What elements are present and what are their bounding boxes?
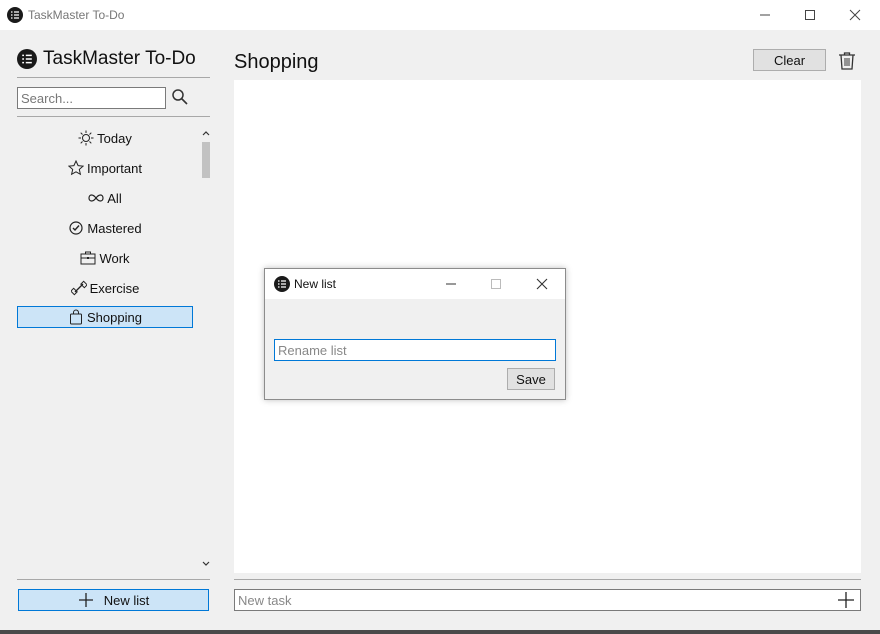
divider — [17, 116, 210, 117]
divider — [17, 77, 210, 78]
sidebar-item-shopping[interactable]: Shopping — [17, 306, 193, 328]
minimize-button[interactable] — [742, 0, 788, 30]
dialog-title: New list — [294, 277, 337, 291]
rename-list-input[interactable] — [274, 339, 556, 361]
divider — [17, 579, 210, 580]
app-name: TaskMaster To-Do — [43, 48, 196, 69]
infinity-icon — [88, 194, 104, 202]
scroll-down-icon[interactable] — [202, 561, 210, 567]
app-logo-icon — [17, 49, 37, 69]
new-task-input[interactable]: New task — [234, 589, 861, 611]
sun-icon — [78, 130, 94, 146]
sidebar-item-today[interactable]: Today — [17, 127, 193, 149]
dialog-close-button[interactable] — [519, 269, 565, 299]
search-input[interactable] — [17, 87, 166, 109]
sidebar-item-mastered[interactable]: Mastered — [17, 217, 193, 239]
clear-button[interactable]: Clear — [753, 49, 826, 71]
close-icon — [536, 278, 548, 290]
search-button[interactable] — [171, 88, 189, 106]
minimize-icon — [760, 14, 770, 16]
sidebar-item-work[interactable]: Work — [17, 247, 193, 269]
sidebar-item-label: Exercise — [89, 280, 140, 296]
maximize-icon — [491, 279, 501, 289]
add-task-button[interactable] — [837, 591, 855, 609]
new-list-dialog: New list Save — [264, 268, 566, 400]
plus-icon — [838, 592, 854, 608]
shopping-bag-icon — [70, 309, 83, 325]
divider — [234, 579, 861, 580]
new-list-label: New list — [103, 592, 150, 608]
dialog-titlebar: New list — [265, 269, 565, 299]
close-button[interactable] — [832, 0, 878, 30]
sidebar-app-header: TaskMaster To-Do — [17, 48, 196, 70]
maximize-button[interactable] — [787, 0, 833, 30]
dialog-minimize-button[interactable] — [428, 269, 474, 299]
scrollbar-thumb[interactable] — [202, 142, 210, 178]
app-logo-icon — [274, 276, 290, 292]
save-button[interactable]: Save — [507, 368, 555, 390]
sidebar-item-label: All — [107, 190, 122, 206]
sidebar-item-label: Work — [99, 250, 130, 266]
sidebar-item-all[interactable]: All — [17, 187, 193, 209]
sidebar-item-important[interactable]: Important — [17, 157, 193, 179]
window-titlebar: TaskMaster To-Do — [0, 0, 880, 30]
list-title: Shopping — [234, 51, 319, 73]
maximize-icon — [805, 10, 815, 20]
sidebar-item-label: Mastered — [87, 220, 142, 236]
dialog-maximize-button — [473, 269, 519, 299]
taskbar-edge — [0, 630, 880, 634]
scroll-up-icon[interactable] — [202, 130, 210, 136]
check-circle-icon — [69, 221, 83, 235]
trash-icon — [839, 52, 855, 70]
close-icon — [849, 9, 861, 21]
minimize-icon — [446, 283, 456, 285]
plus-icon — [78, 593, 93, 607]
delete-list-button[interactable] — [838, 51, 856, 71]
star-icon — [68, 160, 85, 176]
briefcase-icon — [80, 251, 96, 265]
dumbbell-icon — [70, 280, 87, 296]
sidebar-item-exercise[interactable]: Exercise — [17, 277, 193, 299]
sidebar-item-label: Shopping — [87, 309, 142, 325]
new-list-button[interactable]: New list — [18, 589, 209, 611]
sidebar-item-label: Today — [97, 130, 132, 146]
sidebar-scrollbar[interactable] — [200, 122, 212, 574]
app-logo-icon — [7, 7, 23, 23]
search-icon — [172, 89, 188, 105]
window-title: TaskMaster To-Do — [28, 8, 125, 22]
sidebar-item-label: Important — [87, 160, 142, 176]
